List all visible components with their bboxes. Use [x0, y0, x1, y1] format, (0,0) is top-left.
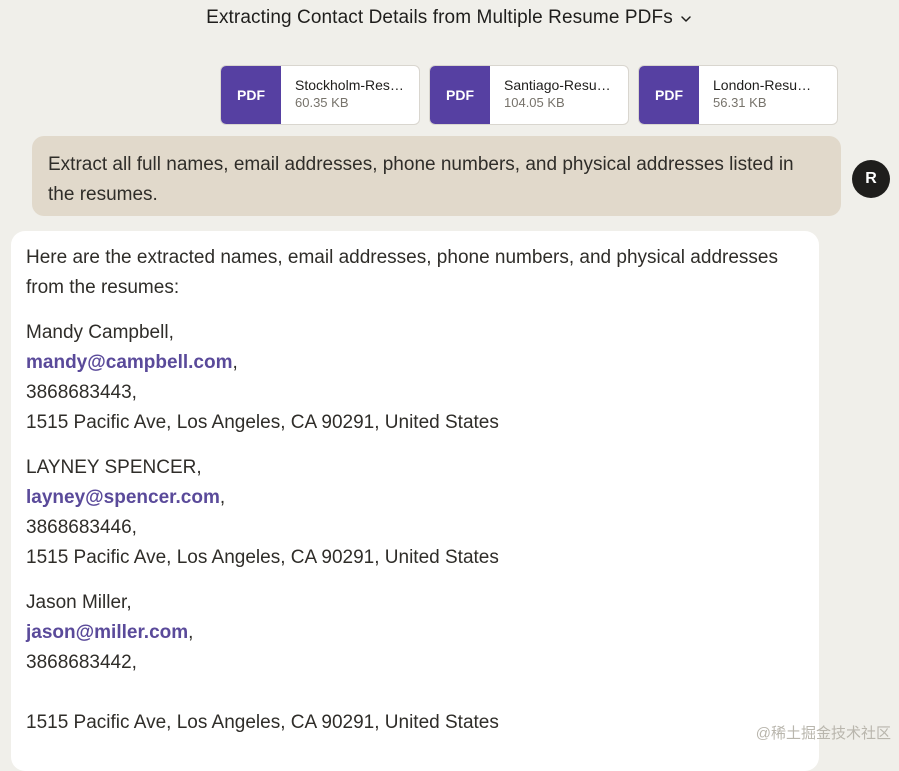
- response-intro: Here are the extracted names, email addr…: [26, 247, 778, 298]
- user-message-text: Extract all full names, email addresses,…: [48, 154, 794, 205]
- contact-entry: Mandy Campbell, mandy@campbell.com, 3868…: [26, 318, 804, 438]
- assistant-response: Here are the extracted names, email addr…: [11, 231, 819, 771]
- user-avatar[interactable]: R: [852, 160, 890, 198]
- pdf-file-icon: PDF: [221, 66, 281, 124]
- attachment-filename: Stockholm-Resume.pdf: [295, 77, 409, 93]
- contact-email-line: layney@spencer.com,: [26, 483, 804, 513]
- contact-email-link[interactable]: layney@spencer.com: [26, 487, 220, 508]
- contact-phone: 3868683442,: [26, 652, 137, 673]
- pdf-file-icon: PDF: [639, 66, 699, 124]
- contact-email-link[interactable]: jason@miller.com: [26, 622, 188, 643]
- attachment-filename: London-Resume.pdf: [713, 77, 819, 93]
- conversation-header: Extracting Contact Details from Multiple…: [0, 0, 899, 36]
- attachment-card[interactable]: PDF Stockholm-Resume.pdf 60.35 KB: [220, 65, 420, 125]
- user-message-bubble: Extract all full names, email addresses,…: [32, 136, 841, 216]
- attachment-card[interactable]: PDF Santiago-Resume.pdf 104.05 KB: [429, 65, 629, 125]
- conversation-title[interactable]: Extracting Contact Details from Multiple…: [206, 7, 673, 29]
- contact-email-line: jason@miller.com,: [26, 618, 804, 648]
- contact-email-link[interactable]: mandy@campbell.com: [26, 352, 232, 373]
- attachment-info: London-Resume.pdf 56.31 KB: [699, 66, 829, 124]
- email-separator: ,: [219, 487, 226, 508]
- email-separator: ,: [188, 622, 194, 643]
- contact-address: 1515 Pacific Ave, Los Angeles, CA 90291,…: [26, 547, 499, 568]
- contact-name: LAYNEY SPENCER,: [26, 457, 202, 478]
- pdf-file-icon: PDF: [430, 66, 490, 124]
- attachment-card[interactable]: PDF London-Resume.pdf 56.31 KB: [638, 65, 838, 125]
- contact-entry: Jason Miller, jason@miller.com, 38686834…: [26, 588, 804, 738]
- attachment-info: Stockholm-Resume.pdf 60.35 KB: [281, 66, 419, 124]
- chevron-down-icon[interactable]: [679, 12, 693, 26]
- contact-name: Jason Miller,: [26, 592, 132, 613]
- attachment-filename: Santiago-Resume.pdf: [504, 77, 616, 93]
- attachment-list: PDF Stockholm-Resume.pdf 60.35 KB PDF Sa…: [220, 65, 838, 125]
- contact-phone: 3868683446,: [26, 517, 137, 538]
- contact-phone: 3868683443,: [26, 382, 137, 403]
- attachment-info: Santiago-Resume.pdf 104.05 KB: [490, 66, 626, 124]
- attachment-filesize: 56.31 KB: [713, 95, 767, 110]
- email-separator: ,: [232, 352, 238, 373]
- contact-address: 1515 Pacific Ave, Los Angeles, CA 90291,…: [26, 712, 499, 733]
- watermark: @稀土掘金技术社区: [755, 725, 891, 742]
- contact-entry: LAYNEY SPENCER, layney@spencer.com, 3868…: [26, 453, 804, 573]
- attachment-filesize: 60.35 KB: [295, 95, 349, 110]
- contact-email-line: mandy@campbell.com,: [26, 348, 804, 378]
- attachment-filesize: 104.05 KB: [504, 95, 565, 110]
- contact-address: 1515 Pacific Ave, Los Angeles, CA 90291,…: [26, 412, 499, 433]
- contact-name: Mandy Campbell,: [26, 322, 174, 343]
